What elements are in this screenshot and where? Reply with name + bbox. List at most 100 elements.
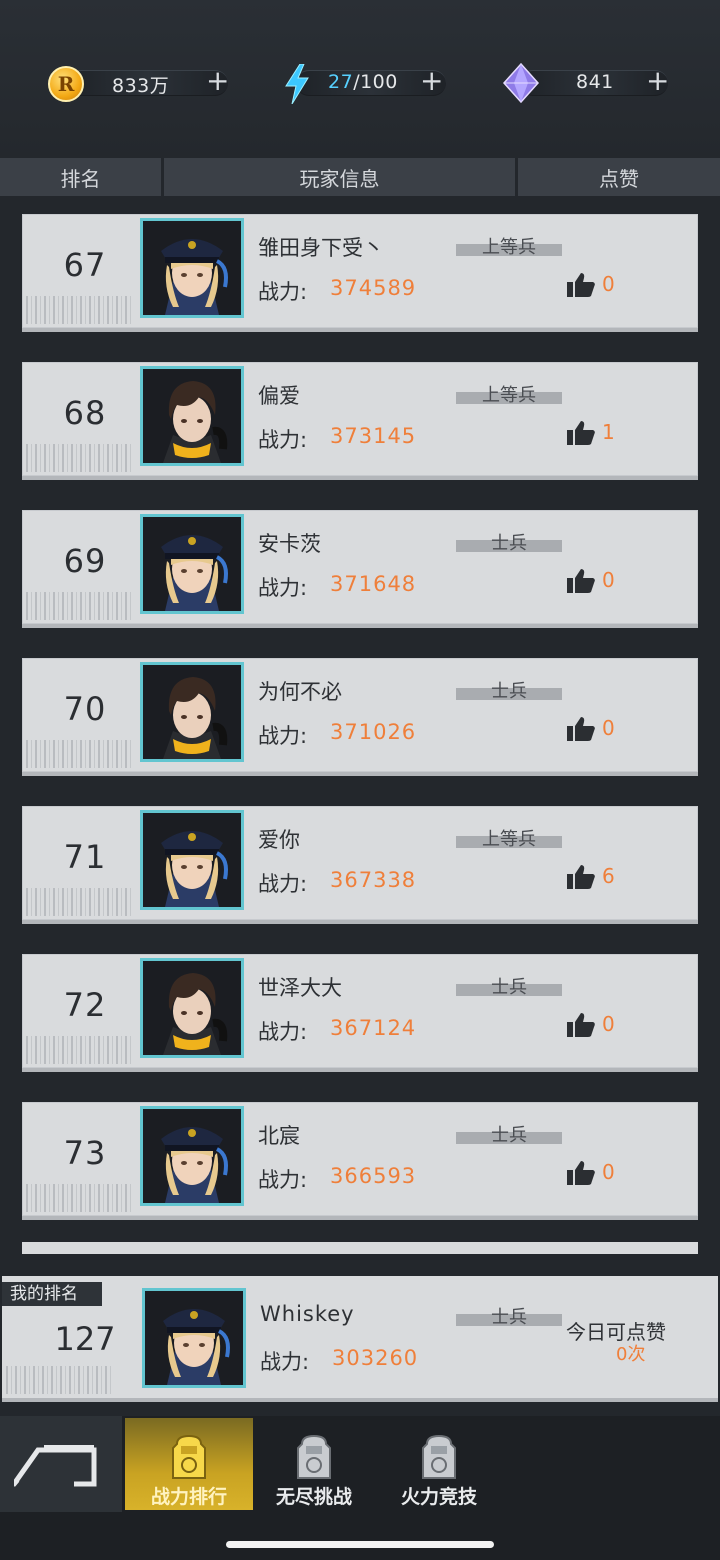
- table-row: 73 北宸 战力: 366593 士兵 0: [22, 1102, 698, 1220]
- like-count: 1: [602, 420, 615, 444]
- gem-value: 841: [576, 71, 614, 93]
- today-likes-count: 0次: [616, 1344, 646, 1365]
- energy-resource: 27/100 +: [282, 62, 452, 104]
- add-gold-button[interactable]: +: [206, 66, 229, 96]
- player-name: 世泽大大: [258, 976, 342, 1000]
- player-name: 偏爱: [258, 384, 300, 408]
- avatar-portrait: [143, 221, 241, 315]
- home-indicator[interactable]: [226, 1541, 494, 1548]
- thumbs-up-icon[interactable]: [566, 568, 596, 594]
- tab-label: 无尽挑战: [275, 1486, 352, 1508]
- table-row: 68 偏爱 战力: 373145 上等兵 1: [22, 362, 698, 480]
- rank-number: 72: [63, 986, 107, 1024]
- tab-label: 战力排行: [150, 1486, 227, 1508]
- barcode-decoration: [26, 296, 134, 324]
- my-avatar[interactable]: [142, 1288, 246, 1388]
- tab-power-ranking[interactable]: 战力排行: [125, 1418, 253, 1510]
- table-row: 70 为何不必 战力: 371026 士兵 0: [22, 658, 698, 776]
- power-value: 373145: [330, 424, 417, 448]
- avatar-portrait: [143, 1109, 241, 1203]
- player-avatar[interactable]: [140, 1106, 244, 1206]
- thumbs-up-icon[interactable]: [566, 420, 596, 446]
- player-avatar[interactable]: [140, 514, 244, 614]
- my-rank-number: 127: [54, 1320, 116, 1358]
- my-rank-tag: 我的排名: [2, 1282, 102, 1306]
- thumbs-up-icon[interactable]: [566, 1160, 596, 1186]
- header-player-info: 玩家信息: [164, 158, 518, 196]
- backpack-icon: [172, 1434, 206, 1479]
- player-name: 北宸: [258, 1124, 300, 1148]
- gold-value: 833万: [112, 75, 170, 97]
- like-count: 0: [602, 568, 615, 592]
- rank-number: 67: [63, 246, 107, 284]
- table-row: 67 雏田身下受丶 战力: 374589 上等兵 0: [22, 214, 698, 332]
- bottom-nav: 战力排行 无尽挑战 火力竞技: [0, 1416, 720, 1560]
- tab-endless-challenge[interactable]: 无尽挑战: [250, 1418, 378, 1510]
- like-count: 0: [602, 1012, 615, 1036]
- power-label: 战力:: [258, 280, 308, 304]
- barcode-decoration: [26, 444, 134, 472]
- player-avatar[interactable]: [140, 958, 244, 1058]
- rank-number: 70: [63, 690, 107, 728]
- thumbs-up-icon[interactable]: [566, 864, 596, 890]
- table-row-partial: [22, 1242, 698, 1254]
- barcode-decoration: [26, 888, 134, 916]
- rank-title-badge: 上等兵: [456, 386, 562, 406]
- power-value: 374589: [330, 276, 417, 300]
- avatar-portrait: [143, 961, 241, 1055]
- backpack-icon: [422, 1434, 456, 1479]
- header-rank: 排名: [0, 158, 164, 196]
- power-label: 战力:: [258, 872, 308, 896]
- player-avatar[interactable]: [140, 366, 244, 466]
- like-count: 0: [602, 1160, 615, 1184]
- thumbs-up-icon[interactable]: [566, 272, 596, 298]
- power-label: 战力:: [258, 1168, 308, 1192]
- avatar-portrait: [145, 1291, 243, 1385]
- avatar-portrait: [143, 813, 241, 907]
- rank-title-badge: 上等兵: [456, 238, 562, 258]
- add-gem-button[interactable]: +: [646, 66, 669, 96]
- gold-resource: R 833万 +: [48, 62, 238, 104]
- tab-firepower-arena[interactable]: 火力竞技: [375, 1418, 503, 1510]
- rank-title-badge: 士兵: [456, 534, 562, 554]
- power-label: 战力:: [258, 724, 308, 748]
- power-value: 367338: [330, 868, 417, 892]
- table-row: 71 爱你 战力: 367338 上等兵 6: [22, 806, 698, 924]
- rank-title-badge: 士兵: [456, 682, 562, 702]
- rank-list[interactable]: 67 雏田身下受丶 战力: 374589 上等兵 0 68 偏爱 战力: 373…: [0, 196, 720, 1254]
- power-value: 366593: [330, 1164, 417, 1188]
- table-row: 69 安卡茨 战力: 371648 士兵 0: [22, 510, 698, 628]
- player-avatar[interactable]: [140, 218, 244, 318]
- my-rank-title-badge: 士兵: [456, 1308, 562, 1328]
- thumbs-up-icon[interactable]: [566, 1012, 596, 1038]
- resource-bar: R 833万 + 27/100 + 841 +: [0, 0, 720, 158]
- my-power-value: 303260: [332, 1346, 419, 1370]
- rank-number: 68: [63, 394, 107, 432]
- player-avatar[interactable]: [140, 662, 244, 762]
- avatar-portrait: [143, 517, 241, 611]
- power-value: 367124: [330, 1016, 417, 1040]
- rank-number: 71: [63, 838, 107, 876]
- my-rank-panel: 我的排名 127 Whiskey 战力: 303260 士兵 今日可点赞 0次: [2, 1276, 718, 1402]
- thumbs-up-icon[interactable]: [566, 716, 596, 742]
- barcode-decoration: [26, 740, 134, 768]
- player-avatar[interactable]: [140, 810, 244, 910]
- player-name: 安卡茨: [258, 532, 321, 556]
- header-likes: 点赞: [518, 158, 720, 196]
- energy-value: 27/100: [328, 71, 398, 93]
- player-name: 雏田身下受丶: [258, 236, 384, 260]
- table-header: 排名 玩家信息 点赞: [0, 158, 720, 196]
- tab-label: 火力竞技: [400, 1486, 477, 1508]
- add-energy-button[interactable]: +: [420, 66, 443, 96]
- rank-title-badge: 士兵: [456, 1126, 562, 1146]
- energy-bolt-icon: [285, 64, 309, 104]
- table-row: 72 世泽大大 战力: 367124 士兵 0: [22, 954, 698, 1072]
- back-arrow-icon: [14, 1445, 97, 1488]
- power-label: 战力:: [260, 1350, 310, 1374]
- rank-number: 69: [63, 542, 107, 580]
- gem-resource: 841 +: [502, 62, 672, 104]
- avatar-portrait: [143, 369, 241, 463]
- back-button[interactable]: [0, 1416, 122, 1512]
- power-value: 371648: [330, 572, 417, 596]
- barcode-decoration: [26, 592, 134, 620]
